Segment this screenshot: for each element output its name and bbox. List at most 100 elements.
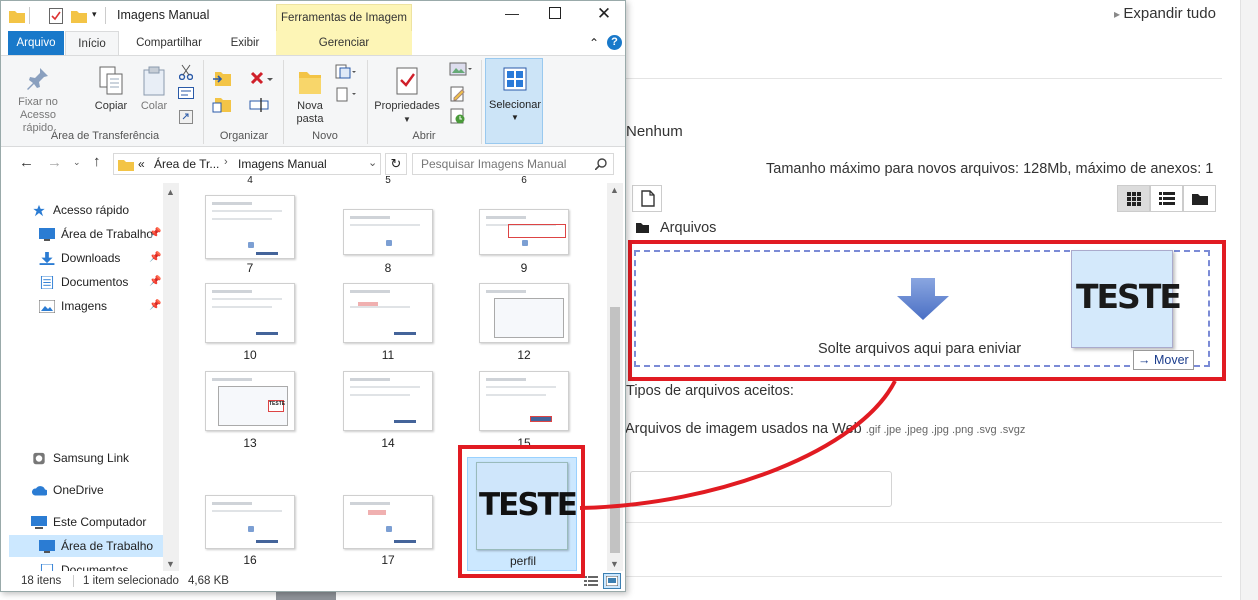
arrow-right-icon: →: [1138, 353, 1151, 367]
nav-scrollbar[interactable]: ▲ ▼: [163, 183, 179, 571]
address-bar[interactable]: « Área de Tr... › Imagens Manual ⌄: [113, 153, 381, 175]
scrollbar-thumb[interactable]: [610, 307, 620, 553]
group-open: Abrir: [412, 130, 436, 142]
folder-icon: [1191, 194, 1208, 205]
pin-icon: 📌: [149, 252, 162, 263]
back-button[interactable]: ←: [19, 154, 34, 171]
accepted-types-value: Arquivos de imagem usados na Web .gif .j…: [625, 421, 1026, 437]
title-bar: ▾ Imagens Manual Ferramentas de Imagem —…: [1, 1, 625, 31]
new-folder-icon: [299, 72, 321, 94]
breadcrumb-parent[interactable]: Área de Tr...: [154, 157, 219, 171]
drop-instructions: Solte arquivos aqui para eniviar: [818, 341, 1022, 357]
select-icon: [503, 67, 527, 91]
search-icon: [595, 158, 607, 170]
window-title: Imagens Manual: [117, 8, 210, 22]
tab-compartilhar[interactable]: Compartilhar: [127, 31, 211, 55]
breadcrumb-current[interactable]: Imagens Manual: [238, 157, 327, 171]
accepted-types-label: Tipos de arquivos aceitos:: [626, 383, 794, 399]
file-icon: [641, 190, 655, 207]
select-button[interactable]: Selecionar ▼: [485, 58, 543, 144]
pin-icon: [27, 68, 48, 90]
expand-all-link[interactable]: ▸ Expandir tudo: [1114, 5, 1216, 22]
copy-path-icon[interactable]: [178, 87, 194, 99]
chevron-down-icon: ▼: [403, 115, 411, 124]
copy-button[interactable]: Copiar: [91, 66, 131, 113]
chevron-right-icon: ▸: [1114, 7, 1124, 21]
customize-qat-icon[interactable]: ▾: [92, 9, 97, 20]
folder-path-link[interactable]: Arquivos: [660, 220, 716, 236]
delete-icon[interactable]: [249, 70, 273, 88]
easy-access-icon[interactable]: [335, 86, 357, 102]
pin-quick-access-button[interactable]: Fixar no Acesso rápido: [9, 66, 67, 135]
tab-arquivo[interactable]: Arquivo: [8, 31, 64, 55]
pictures-icon: [39, 300, 55, 313]
down-arrow-icon: [897, 278, 949, 320]
new-item-icon[interactable]: [335, 64, 357, 80]
cut-icon[interactable]: [179, 64, 193, 80]
paste-shortcut-icon[interactable]: [179, 108, 193, 124]
item-count: 18 itens: [21, 575, 62, 587]
new-folder-quick-icon[interactable]: [71, 9, 87, 23]
pin-icon: 📌: [149, 300, 162, 311]
add-file-button[interactable]: [632, 185, 662, 212]
copy-to-icon[interactable]: [211, 96, 235, 114]
folder-icon: [9, 11, 25, 23]
download-icon: [39, 252, 55, 265]
new-folder-button[interactable]: Nova pasta: [291, 66, 329, 126]
ribbon-tabs: Arquivo Início Compartilhar Exibir Geren…: [1, 31, 625, 55]
address-dropdown-icon[interactable]: ⌄: [368, 156, 377, 169]
grid-icon: [1126, 191, 1141, 206]
rename-icon[interactable]: [249, 96, 273, 114]
desktop-icon: [39, 228, 55, 241]
properties-icon: [396, 67, 418, 95]
refresh-button[interactable]: ↻: [385, 153, 407, 175]
move-to-icon[interactable]: [211, 70, 235, 88]
edit-icon[interactable]: [450, 86, 466, 102]
computer-icon: [31, 516, 47, 529]
paste-button[interactable]: Colar: [137, 66, 171, 113]
details-view-icon[interactable]: [584, 575, 598, 587]
chevron-right-icon: ›: [224, 156, 228, 168]
large-icons-view-button[interactable]: [603, 573, 621, 589]
page-scrollbar[interactable]: [1240, 0, 1258, 600]
view-list-button[interactable]: [1150, 185, 1183, 212]
view-icons-button[interactable]: [1117, 185, 1150, 212]
navigation-pane: Acesso rápido Área de Trabalho 📌 Downloa…: [1, 183, 179, 571]
max-size-text: Tamanho máximo para novos arquivos: 128M…: [766, 161, 1214, 177]
ribbon: Fixar no Acesso rápido Copiar Colar Nova…: [1, 55, 625, 147]
close-button[interactable]: ✕: [593, 4, 615, 26]
properties-quick-icon[interactable]: [49, 8, 63, 24]
none-text: Nenhum: [626, 123, 683, 140]
help-icon[interactable]: ?: [607, 35, 622, 50]
tab-exibir[interactable]: Exibir: [219, 31, 271, 55]
view-tree-button[interactable]: [1183, 185, 1216, 212]
search-box[interactable]: Pesquisar Imagens Manual: [412, 153, 614, 175]
teste-image-text: TESTE: [1076, 277, 1182, 316]
tab-inicio[interactable]: Início: [65, 31, 119, 55]
minimize-button[interactable]: —: [501, 5, 523, 25]
up-button[interactable]: ↑: [93, 153, 101, 170]
filename-input[interactable]: [630, 471, 892, 507]
star-icon: [33, 204, 45, 217]
move-tooltip: → Mover: [1133, 350, 1194, 370]
maximize-button[interactable]: [549, 7, 561, 19]
clipboard-icon: [143, 66, 165, 96]
folder-icon: [636, 223, 649, 233]
properties-button[interactable]: Propriedades ▼: [371, 66, 443, 126]
chevron-down-icon: ▼: [511, 113, 519, 122]
list-icon: [1158, 192, 1175, 205]
recent-locations-icon[interactable]: ⌄: [73, 157, 81, 168]
copy-icon: [99, 66, 123, 95]
open-icon[interactable]: [449, 62, 473, 78]
large-icons-view-icon: [606, 576, 618, 586]
tab-gerenciar[interactable]: Gerenciar: [276, 31, 412, 55]
desktop-icon: [39, 540, 55, 553]
documents-icon: [40, 276, 54, 289]
group-new: Novo: [312, 130, 338, 142]
content-scrollbar[interactable]: ▲ ▼: [607, 183, 623, 571]
nav-pc-desktop[interactable]: Área de Trabalho: [9, 535, 163, 557]
history-icon[interactable]: [450, 108, 466, 124]
collapse-ribbon-icon[interactable]: ⌃: [589, 36, 599, 50]
selection-count: 1 item selecionado: [83, 575, 179, 587]
forward-button[interactable]: →: [47, 154, 62, 171]
